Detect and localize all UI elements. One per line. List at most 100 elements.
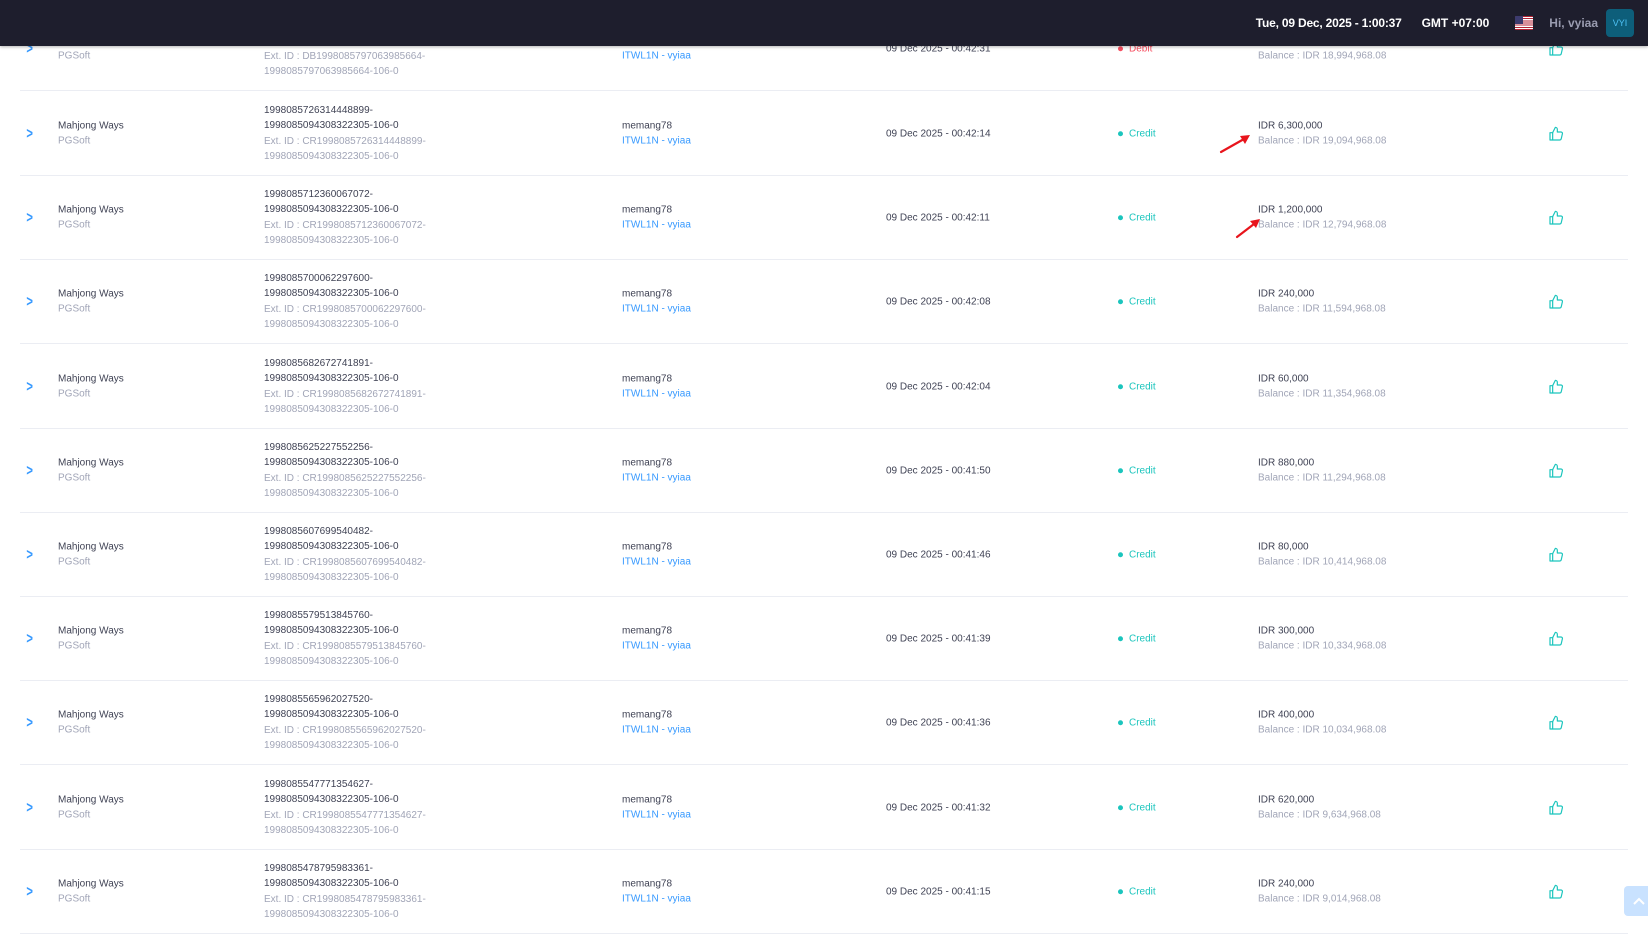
table-row: > Mahjong Ways PGSoft 1998085565962027520- 1… [20, 681, 1628, 765]
external-id: Ext. ID : CR1998085478795983361- [264, 893, 426, 905]
us-flag-icon[interactable] [1515, 16, 1534, 30]
external-id-suffix: 1998085094308322305-106-0 [264, 656, 399, 667]
status-dot-icon [1118, 805, 1123, 810]
game-name: Mahjong Ways [58, 625, 124, 636]
transaction-id: 1998085682672741891- [264, 357, 373, 369]
agent-link[interactable]: ITWL1N - vyiaa [622, 471, 691, 487]
game-provider: PGSoft [58, 640, 91, 652]
transaction-type-badge: Credit [1118, 631, 1156, 647]
game-name: Mahjong Ways [58, 541, 124, 552]
game-cell: Mahjong Ways PGSoft [58, 539, 124, 570]
transaction-time: 09 Dec 2025 - 00:41:15 [886, 885, 991, 897]
transaction-id-cell: 1998085726314448899- 1998085094308322305-… [264, 103, 426, 165]
transaction-time: 09 Dec 2025 - 00:41:50 [886, 464, 991, 476]
agent-link[interactable]: ITWL1N - vyiaa [622, 49, 691, 65]
chevron-right-icon[interactable]: > [26, 379, 33, 395]
balance-value: Balance : IDR 12,794,968.08 [1258, 219, 1387, 231]
transaction-type-badge: Credit [1118, 463, 1156, 479]
game-provider: PGSoft [58, 472, 91, 484]
game-provider: PGSoft [58, 388, 91, 400]
table-row: > Mahjong Ways PGSoft 1998085726314448899- 1… [20, 92, 1628, 176]
scroll-to-top-button[interactable] [1624, 886, 1648, 916]
player-username: memang78 [622, 541, 673, 552]
agent-link[interactable]: ITWL1N - vyiaa [622, 639, 691, 655]
table-row: > Mahjong Ways PGSoft 1998085712360067072- 1… [20, 176, 1628, 260]
thumbs-up-icon[interactable] [1548, 210, 1564, 226]
thumbs-up-icon[interactable] [1548, 379, 1564, 395]
game-cell: Mahjong Ways PGSoft [58, 623, 124, 654]
game-name: Mahjong Ways [58, 373, 124, 384]
status-dot-icon [1118, 299, 1123, 304]
chevron-right-icon[interactable]: > [26, 126, 33, 142]
agent-link[interactable]: ITWL1N - vyiaa [622, 892, 691, 908]
agent-link[interactable]: ITWL1N - vyiaa [622, 723, 691, 739]
chevron-right-icon[interactable]: > [26, 294, 33, 310]
thumbs-up-icon[interactable] [1548, 294, 1564, 310]
agent-link[interactable]: ITWL1N - vyiaa [622, 808, 691, 824]
game-name: Mahjong Ways [58, 120, 124, 131]
chevron-right-icon[interactable]: > [26, 547, 33, 563]
transaction-id-suffix: 1998085094308322305-106-0 [264, 288, 399, 299]
game-cell: Mahjong Ways PGSoft [58, 286, 124, 317]
amount-cell: IDR 1,200,000 Balance : IDR 12,794,968.08 [1258, 202, 1386, 233]
chevron-right-icon[interactable]: > [26, 463, 33, 479]
balance-value: Balance : IDR 9,014,968.08 [1258, 893, 1381, 905]
avatar[interactable]: VYI [1606, 9, 1634, 37]
amount-value: IDR 80,000 [1258, 541, 1309, 552]
external-id: Ext. ID : DB1998085797063985664- [264, 50, 426, 62]
player-cell: memang78 ITWL1N - vyiaa [622, 539, 691, 570]
transaction-type-badge: Credit [1118, 379, 1156, 395]
player-username: memang78 [622, 709, 673, 720]
amount-value: IDR 240,000 [1258, 288, 1315, 299]
table-row: > Mahjong Ways PGSoft 1998085625227552256- 1… [20, 429, 1628, 513]
thumbs-up-icon[interactable] [1548, 126, 1564, 142]
game-cell: Mahjong Ways PGSoft [58, 792, 124, 823]
external-id: Ext. ID : CR1998085726314448899- [264, 135, 426, 147]
game-provider: PGSoft [58, 50, 91, 62]
external-id: Ext. ID : CR1998085579513845760- [264, 640, 426, 652]
transaction-type-badge: Credit [1118, 715, 1156, 731]
game-provider: PGSoft [58, 556, 91, 568]
transaction-id-suffix: 1998085094308322305-106-0 [264, 120, 399, 131]
transaction-type-label: Credit [1129, 380, 1156, 392]
thumbs-up-icon[interactable] [1548, 463, 1564, 479]
external-id-suffix: 1998085797063985664-106-0 [264, 66, 399, 77]
thumbs-up-icon[interactable] [1548, 715, 1564, 731]
balance-value: Balance : IDR 19,094,968.08 [1258, 135, 1387, 147]
transaction-type-label: Credit [1129, 716, 1156, 728]
agent-link[interactable]: ITWL1N - vyiaa [622, 555, 691, 571]
chevron-right-icon[interactable]: > [26, 884, 33, 900]
chevron-up-icon [1633, 897, 1645, 905]
external-id-suffix: 1998085094308322305-106-0 [264, 404, 399, 415]
game-provider: PGSoft [58, 893, 91, 905]
chevron-right-icon[interactable]: > [26, 715, 33, 731]
external-id: Ext. ID : CR1998085547771354627- [264, 809, 426, 821]
status-dot-icon [1118, 889, 1123, 894]
chevron-right-icon[interactable]: > [26, 631, 33, 647]
transaction-time: 09 Dec 2025 - 00:42:08 [886, 295, 991, 307]
amount-value: IDR 6,300,000 [1258, 120, 1323, 131]
chevron-right-icon[interactable]: > [26, 210, 33, 226]
thumbs-up-icon[interactable] [1548, 800, 1564, 816]
agent-link[interactable]: ITWL1N - vyiaa [622, 387, 691, 403]
player-cell: memang78 ITWL1N - vyiaa [622, 455, 691, 486]
game-cell: Mahjong Ways PGSoft [58, 707, 124, 738]
transaction-type-badge: Credit [1118, 884, 1156, 900]
agent-link[interactable]: ITWL1N - vyiaa [622, 134, 691, 150]
transaction-id-cell: 1998085579513845760- 1998085094308322305-… [264, 608, 426, 670]
chevron-right-icon[interactable]: > [26, 800, 33, 816]
thumbs-up-icon[interactable] [1548, 884, 1564, 900]
thumbs-up-icon[interactable] [1548, 547, 1564, 563]
agent-link[interactable]: ITWL1N - vyiaa [622, 218, 691, 234]
player-cell: memang78 ITWL1N - vyiaa [622, 792, 691, 823]
thumbs-up-icon[interactable] [1548, 631, 1564, 647]
player-cell: memang78 ITWL1N - vyiaa [622, 286, 691, 317]
transaction-time: 09 Dec 2025 - 00:42:04 [886, 380, 991, 392]
amount-cell: IDR 880,000 Balance : IDR 11,294,968.08 [1258, 455, 1386, 486]
player-cell: memang78 ITWL1N - vyiaa [622, 876, 691, 907]
transaction-id: 1998085607699540482- [264, 525, 373, 537]
status-dot-icon [1118, 720, 1123, 725]
transaction-id: 1998085712360067072- [264, 188, 373, 200]
agent-link[interactable]: ITWL1N - vyiaa [622, 302, 691, 318]
user-greeting[interactable]: Hi, vyiaa [1549, 16, 1598, 30]
